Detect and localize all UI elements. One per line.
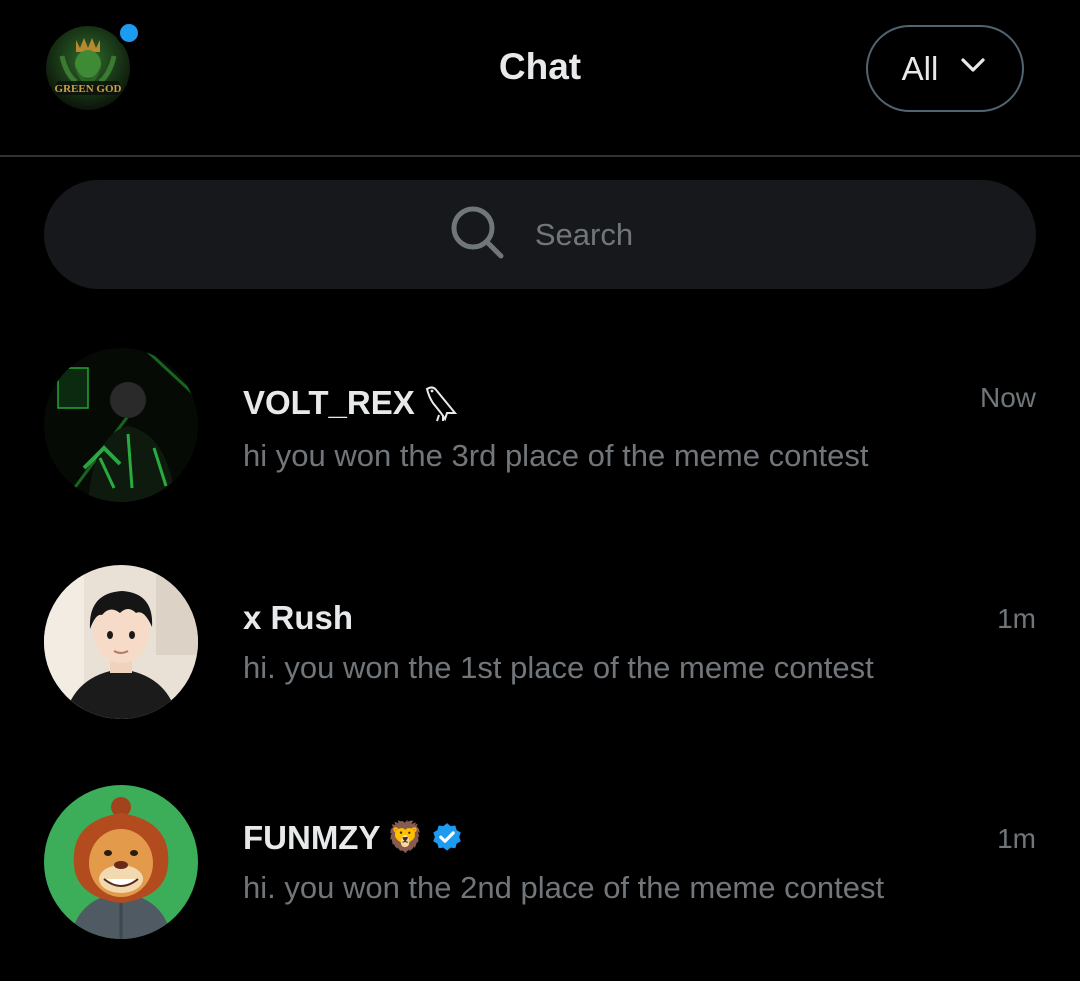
search-icon <box>447 202 507 267</box>
chat-name-row: x Rush <box>243 599 353 637</box>
avatar <box>44 785 198 939</box>
filter-dropdown[interactable]: All <box>866 25 1024 112</box>
bird-icon <box>421 383 459 423</box>
notification-dot <box>116 20 142 46</box>
chat-name: FUNMZY <box>243 819 381 856</box>
chat-item-volt-rex[interactable]: VOLT_REX hi you won the 3rd place of the… <box>0 326 1080 522</box>
avatar <box>44 565 198 719</box>
chat-screen: GREEN GOD Chat All Search VOLT_REX hi yo… <box>0 0 1080 981</box>
filter-label: All <box>901 49 939 87</box>
search-placeholder: Search <box>534 216 634 252</box>
chat-name: VOLT_REX <box>243 384 415 421</box>
chat-item-funmzy[interactable]: FUNMZY 🦁 hi. you won the 2nd place of th… <box>0 764 1080 960</box>
chat-name: x Rush <box>243 599 354 636</box>
chat-message: hi. you won the 1st place of the meme co… <box>243 650 874 685</box>
search-input[interactable]: Search <box>44 180 1036 289</box>
chat-time: Now <box>979 382 1036 413</box>
header: GREEN GOD Chat All <box>0 0 1080 157</box>
chat-time: 1m <box>997 603 1036 634</box>
avatar <box>44 348 198 502</box>
lion-emoji: 🦁 <box>386 821 424 854</box>
chat-message: hi you won the 3rd place of the meme con… <box>243 438 869 473</box>
chat-time: 1m <box>997 823 1036 854</box>
chat-message: hi. you won the 2nd place of the meme co… <box>243 870 885 905</box>
chevron-down-icon <box>958 50 988 88</box>
chat-name-row: VOLT_REX <box>243 383 459 423</box>
chat-item-x-rush[interactable]: x Rush hi. you won the 1st place of the … <box>0 544 1080 740</box>
verified-badge-icon <box>430 821 464 855</box>
chat-name-row: FUNMZY 🦁 <box>243 819 464 857</box>
